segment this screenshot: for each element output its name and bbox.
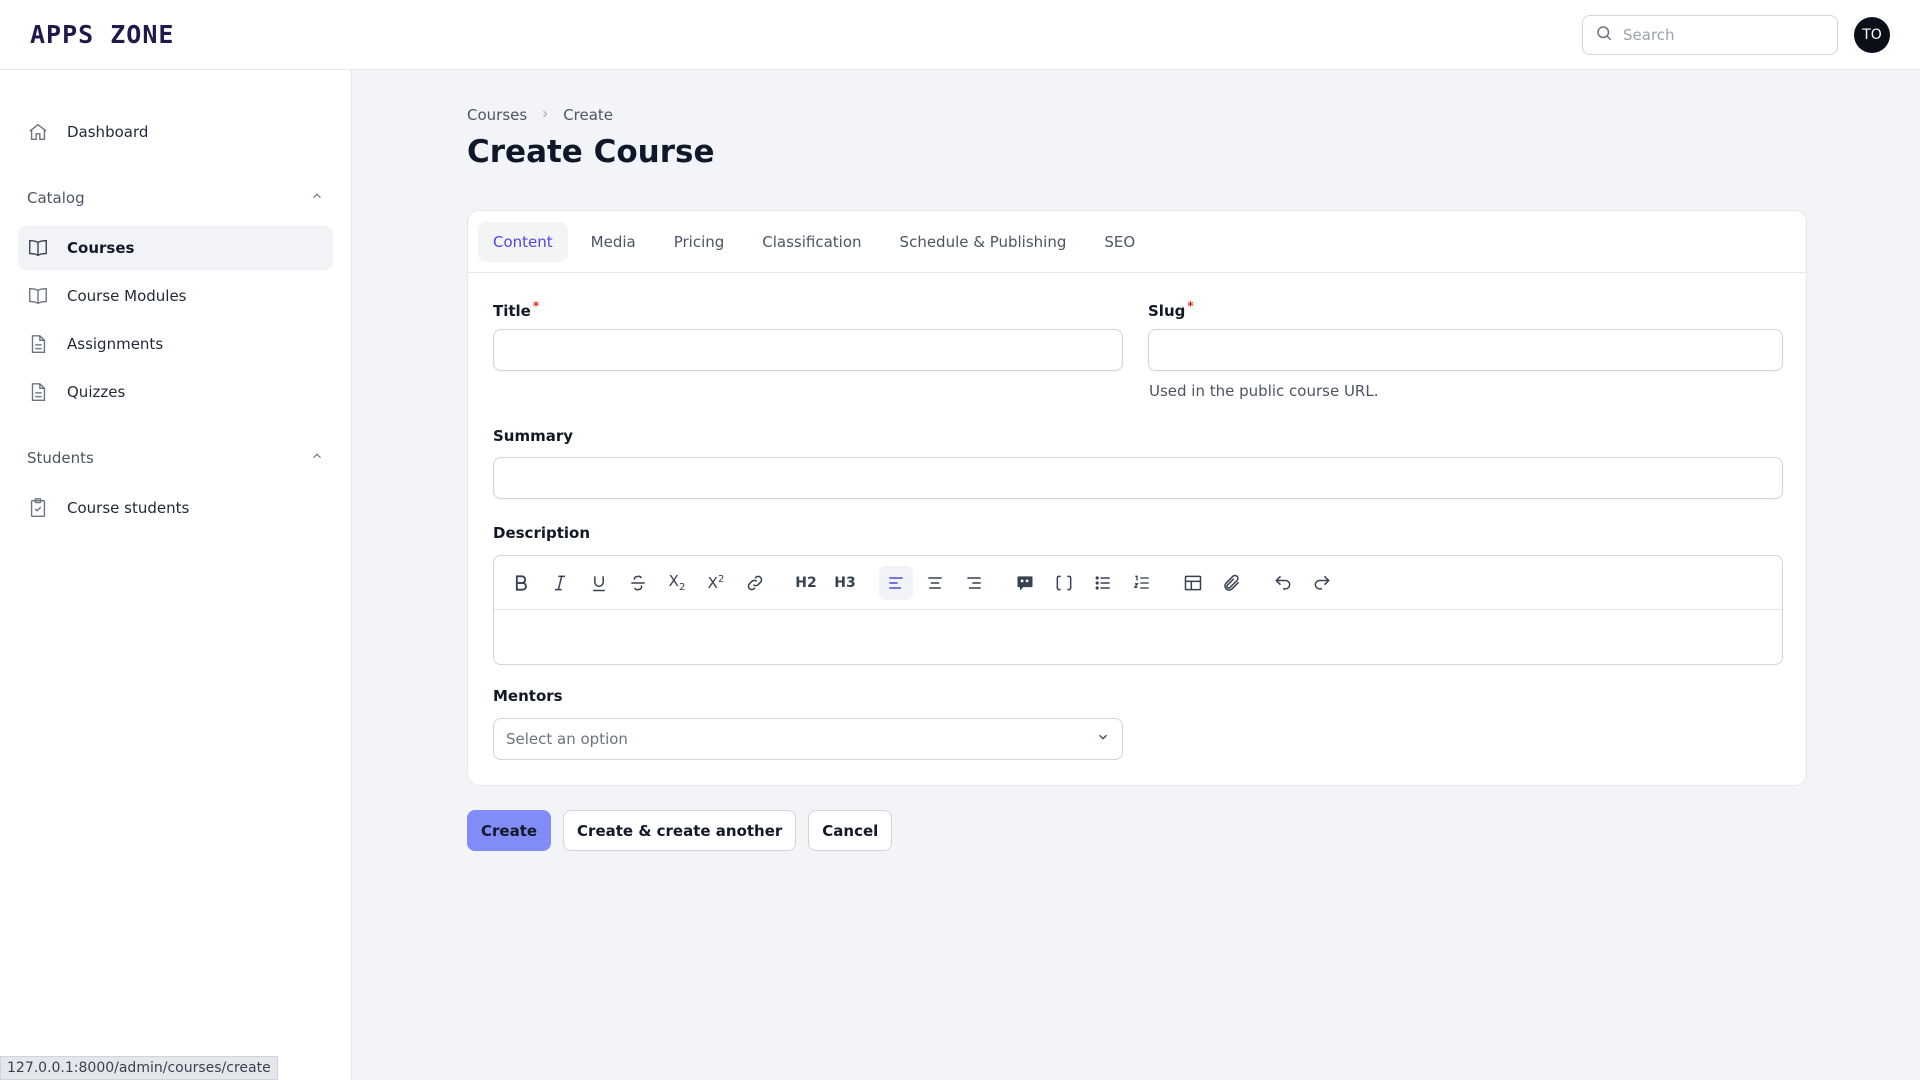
slug-hint: Used in the public course URL. [1149,382,1379,400]
slug-label: Slug * [1148,299,1194,320]
mentors-select[interactable]: Select an option [493,718,1123,760]
mentors-label: Mentors [493,687,563,705]
sidebar-item-label: Course Modules [67,287,187,305]
cancel-button[interactable]: Cancel [808,810,893,851]
form-actions: Create Create & create another Cancel [467,810,893,851]
create-button[interactable]: Create [467,810,552,851]
chevron-up-icon[interactable] [310,189,324,207]
title-input[interactable] [493,329,1123,371]
link-icon[interactable] [738,566,772,600]
sidebar-group-students[interactable]: Students [18,438,333,478]
align-right-icon[interactable] [957,566,991,600]
mentors-placeholder: Select an option [506,730,628,748]
editor-toolbar: X2 X2 H2 H3 [494,556,1782,610]
sidebar-item-label: Course students [67,499,190,517]
sidebar-group-label: Catalog [27,189,85,207]
breadcrumb-current: Create [563,106,614,124]
search-icon [1595,24,1613,46]
sidebar-item-assignments[interactable]: Assignments [18,322,333,366]
chevron-up-icon[interactable] [310,449,324,467]
italic-icon[interactable] [543,566,577,600]
sidebar-item-label: Assignments [67,335,164,353]
sidebar-group-catalog[interactable]: Catalog [18,178,333,218]
main-content: Courses Create Create Course Content Med… [352,70,1920,1080]
title-label: Title * [493,299,539,320]
slug-label-text: Slug [1148,302,1186,320]
table-icon[interactable] [1176,566,1210,600]
tab-media[interactable]: Media [576,222,651,262]
course-form-card: Content Media Pricing Classification Sch… [467,210,1807,786]
brand-logo[interactable]: APPS ZONE [30,20,174,49]
home-icon [27,121,49,143]
sidebar-item-course-modules[interactable]: Course Modules [18,274,333,318]
blockquote-icon[interactable] [1008,566,1042,600]
subscript-icon[interactable]: X2 [660,566,694,600]
top-bar: APPS ZONE TO [0,0,1920,70]
ordered-list-icon[interactable] [1125,566,1159,600]
breadcrumb: Courses Create [467,106,613,124]
sidebar-item-label: Courses [67,239,135,257]
h3-icon[interactable]: H3 [828,566,862,600]
document-icon [27,333,49,355]
description-editor-content[interactable] [494,610,1782,664]
book-open-icon [27,237,49,259]
sidebar-item-label: Dashboard [67,123,149,141]
sidebar-item-course-students[interactable]: Course students [18,486,333,530]
strike-icon[interactable] [621,566,655,600]
summary-label: Summary [493,427,574,445]
sidebar-item-dashboard[interactable]: Dashboard [18,110,333,154]
sidebar-group-label: Students [27,449,94,467]
description-label: Description [493,524,591,542]
tab-seo[interactable]: SEO [1089,222,1150,262]
bullet-list-icon[interactable] [1086,566,1120,600]
page-title: Create Course [467,134,715,170]
sidebar: Dashboard Catalog Courses Course Modules… [0,70,352,1080]
h2-icon[interactable]: H2 [789,566,823,600]
bold-icon[interactable] [504,566,538,600]
chevron-down-icon [1096,730,1110,748]
sidebar-item-label: Quizzes [67,383,126,401]
user-avatar[interactable]: TO [1854,16,1890,53]
form-tabs: Content Media Pricing Classification Sch… [468,211,1806,273]
tab-pricing[interactable]: Pricing [659,222,740,262]
document-icon [27,381,49,403]
tab-content[interactable]: Content [478,221,568,262]
topbar-right: TO [1582,14,1890,55]
summary-input[interactable] [493,457,1783,499]
required-mark: * [1187,299,1194,313]
required-mark: * [532,299,540,313]
sidebar-item-courses[interactable]: Courses [18,226,333,270]
create-another-button[interactable]: Create & create another [563,810,797,851]
sidebar-item-quizzes[interactable]: Quizzes [18,370,333,414]
tab-schedule-publishing[interactable]: Schedule & Publishing [885,222,1082,262]
book-open-icon [27,285,49,307]
superscript-icon[interactable]: X2 [699,566,733,600]
slug-input[interactable] [1148,329,1783,371]
tab-classification[interactable]: Classification [747,222,876,262]
chevron-right-icon [539,106,551,124]
align-left-icon[interactable] [879,565,913,600]
code-block-icon[interactable] [1047,566,1081,600]
status-bar-url: 127.0.0.1:8000/admin/courses/create [0,1056,278,1080]
breadcrumb-courses-link[interactable]: Courses [467,106,527,124]
underline-icon[interactable] [582,566,616,600]
global-search[interactable] [1582,14,1838,55]
search-input[interactable] [1623,25,1813,44]
redo-icon[interactable] [1305,566,1339,600]
title-label-text: Title [493,302,531,320]
undo-icon[interactable] [1266,566,1300,600]
align-center-icon[interactable] [918,566,952,600]
description-editor: X2 X2 H2 H3 [493,555,1783,665]
attach-icon[interactable] [1215,566,1249,600]
clipboard-check-icon [27,497,49,519]
